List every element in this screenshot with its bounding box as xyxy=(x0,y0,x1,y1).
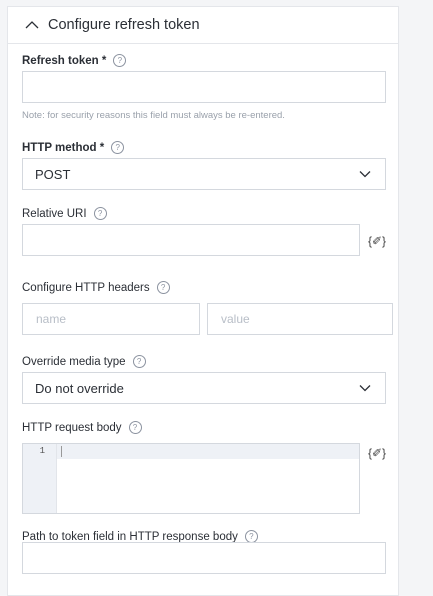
refresh-token-label: Refresh token * ? xyxy=(22,54,127,67)
token-path-label-text: Path to token field in HTTP response bod… xyxy=(22,530,238,543)
header-value-input[interactable] xyxy=(207,303,393,335)
refresh-token-config-panel: Configure refresh token Refresh token * … xyxy=(7,6,399,596)
relative-uri-input[interactable] xyxy=(22,224,360,256)
header-name-input[interactable] xyxy=(22,303,200,335)
request-body-label: HTTP request body ? xyxy=(22,421,142,434)
request-body-label-text: HTTP request body xyxy=(22,421,122,434)
help-icon[interactable]: ? xyxy=(93,207,107,220)
media-type-select[interactable]: Do not override xyxy=(22,372,386,404)
http-method-label: HTTP method * ? xyxy=(22,141,125,154)
http-headers-label-text: Configure HTTP headers xyxy=(22,281,150,294)
http-method-label-text: HTTP method * xyxy=(22,141,105,154)
text-cursor xyxy=(61,446,62,457)
refresh-token-note: Note: for security reasons this field mu… xyxy=(22,110,285,121)
line-number: 1 xyxy=(39,446,45,456)
chevron-up-icon xyxy=(25,21,39,29)
chevron-down-icon xyxy=(359,171,371,178)
relative-uri-label: Relative URI ? xyxy=(22,207,107,220)
expression-edit-icon[interactable]: {✐} xyxy=(367,444,387,462)
section-header[interactable]: Configure refresh token xyxy=(8,7,398,44)
help-icon[interactable]: ? xyxy=(113,54,127,67)
http-method-select[interactable]: POST xyxy=(22,158,386,190)
chevron-down-icon xyxy=(359,385,371,392)
help-icon[interactable]: ? xyxy=(132,355,146,368)
active-line-highlight xyxy=(57,444,359,459)
request-body-editor[interactable]: 1 xyxy=(22,443,360,514)
media-type-label-text: Override media type xyxy=(22,355,126,368)
help-icon[interactable]: ? xyxy=(111,141,125,154)
refresh-token-input[interactable] xyxy=(22,71,386,103)
http-headers-label: Configure HTTP headers ? xyxy=(22,281,170,294)
section-title: Configure refresh token xyxy=(48,17,200,33)
editor-gutter: 1 xyxy=(23,444,57,513)
relative-uri-label-text: Relative URI xyxy=(22,207,87,220)
token-path-input[interactable] xyxy=(22,542,386,574)
refresh-token-label-text: Refresh token * xyxy=(22,54,107,67)
http-method-selected: POST xyxy=(35,166,71,182)
expression-edit-icon[interactable]: {✐} xyxy=(367,232,387,250)
help-icon[interactable]: ? xyxy=(128,421,142,434)
media-type-label: Override media type ? xyxy=(22,355,146,368)
help-icon[interactable]: ? xyxy=(156,281,170,294)
media-type-selected: Do not override xyxy=(35,380,124,396)
